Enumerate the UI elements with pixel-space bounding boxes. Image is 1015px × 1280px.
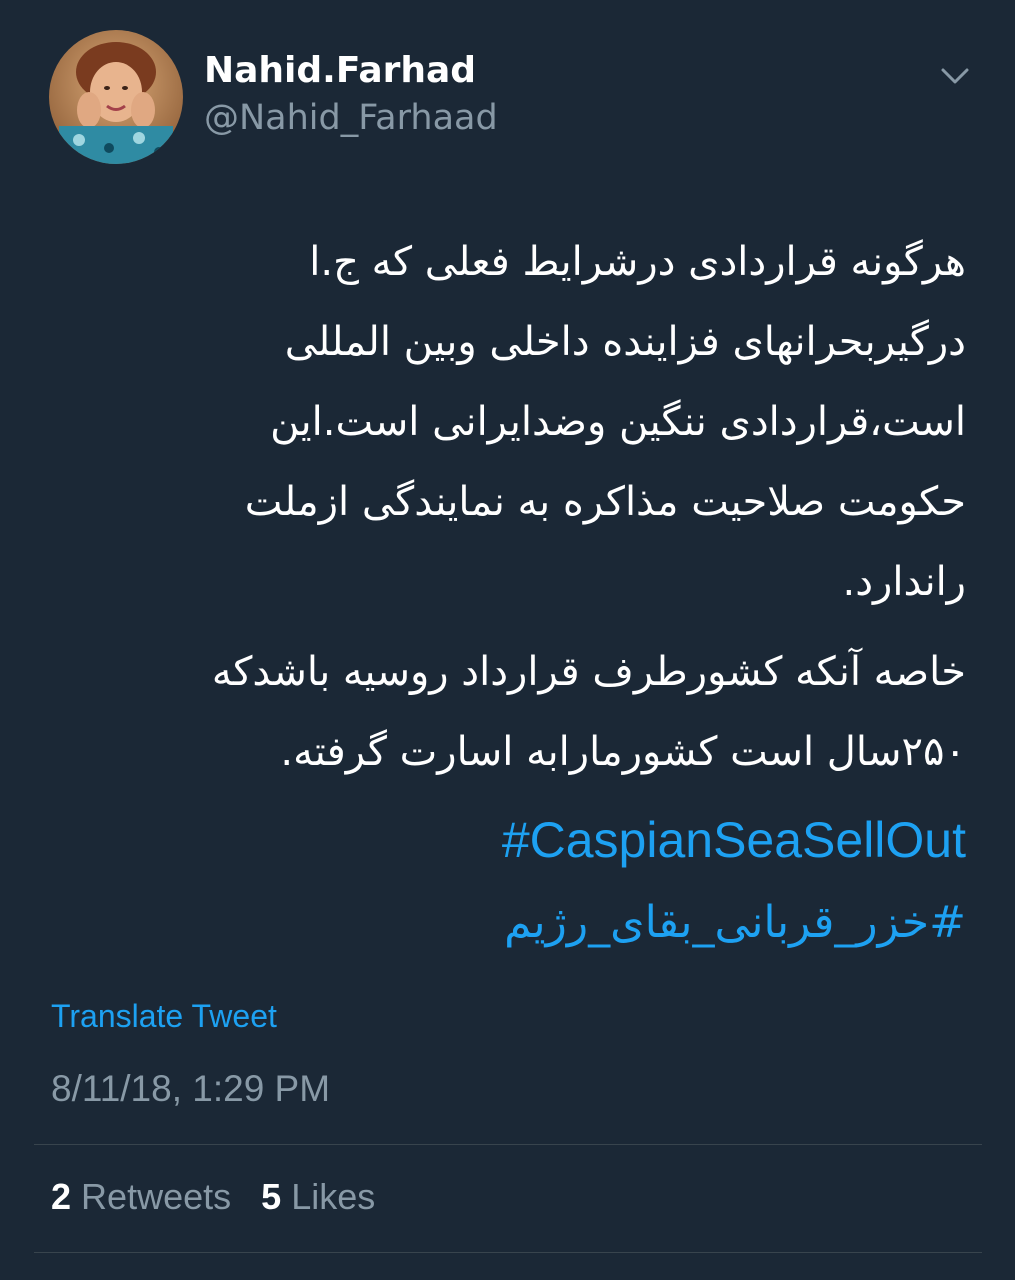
hashtag-link[interactable]: #خزر_قربانی_بقای_رژیم bbox=[60, 880, 966, 966]
likes-label: Likes bbox=[291, 1176, 376, 1217]
likes-stat[interactable]: 5 Likes bbox=[261, 1176, 375, 1218]
tweet-line: خاصه آنکه کشورطرف قرارداد روسیه باشدکه bbox=[211, 649, 966, 695]
tweet-line: هرگونه قراردادی درشرایط فعلی که ج.ا bbox=[309, 239, 966, 285]
tweet-line: حکومت صلاحیت مذاکره به نمایندگی ازملت bbox=[244, 479, 966, 525]
tweet-line: درگیربحرانهای فزاینده داخلی وبین المللی bbox=[284, 319, 966, 365]
tweet-line: ۲۵۰سال است کشورمارابه اسارت گرفته. bbox=[280, 729, 966, 775]
hashtag-link[interactable]: #CaspianSeaSellOut bbox=[60, 800, 966, 880]
chevron-down-icon[interactable] bbox=[937, 62, 973, 88]
profile-photo bbox=[49, 30, 183, 164]
tweet-line: راندارد. bbox=[842, 559, 966, 605]
tweet-paragraph-2: خاصه آنکه کشورطرف قرارداد روسیه باشدکه ۲… bbox=[60, 632, 966, 792]
tweet-paragraph-1: هرگونه قراردادی درشرایط فعلی که ج.ا درگی… bbox=[60, 222, 966, 622]
retweets-count: 2 bbox=[51, 1176, 72, 1217]
divider bbox=[34, 1144, 982, 1145]
likes-count: 5 bbox=[261, 1176, 282, 1217]
retweets-label: Retweets bbox=[81, 1176, 232, 1217]
translate-tweet-link[interactable]: Translate Tweet bbox=[51, 998, 277, 1035]
avatar[interactable] bbox=[49, 30, 183, 164]
tweet-stats: 2 Retweets 5 Likes bbox=[51, 1176, 375, 1218]
user-handle[interactable]: @Nahid_Farhaad bbox=[204, 98, 498, 138]
divider bbox=[34, 1252, 982, 1253]
tweet-timestamp: 8/11/18, 1:29 PM bbox=[51, 1068, 331, 1109]
retweets-stat[interactable]: 2 Retweets bbox=[51, 1176, 231, 1218]
tweet-text: هرگونه قراردادی درشرایط فعلی که ج.ا درگی… bbox=[60, 222, 966, 966]
display-name[interactable]: Nahid.Farhad bbox=[204, 50, 476, 91]
tweet-line: است،قراردادی ننگین وضدایرانی است.این bbox=[270, 399, 966, 445]
